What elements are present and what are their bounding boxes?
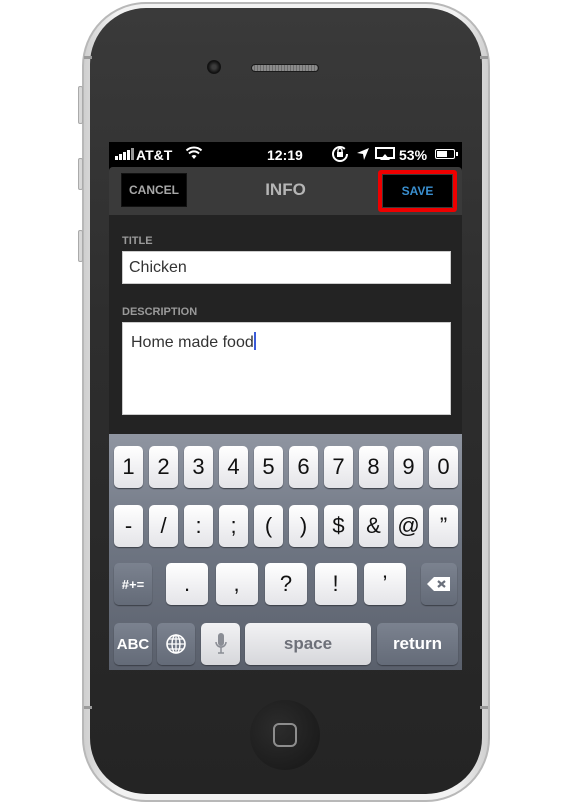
- key[interactable]: ’: [364, 563, 406, 605]
- status-time: 12:19: [267, 147, 303, 163]
- globe-key[interactable]: [157, 623, 195, 665]
- delete-key[interactable]: [421, 563, 457, 605]
- globe-icon: [166, 634, 186, 654]
- key[interactable]: 7: [324, 446, 353, 488]
- antenna-band: [480, 706, 488, 709]
- battery-fill: [437, 151, 447, 157]
- volume-up-button: [78, 158, 83, 190]
- key[interactable]: &: [359, 505, 388, 547]
- battery-percent: 53%: [399, 147, 428, 163]
- info-form-view: CANCEL INFO SAVE TITLE DESCRIPTION Home …: [109, 167, 462, 434]
- dictation-key[interactable]: [201, 623, 240, 665]
- navigation-bar: CANCEL INFO SAVE: [109, 167, 462, 215]
- key[interactable]: ”: [429, 505, 458, 547]
- battery-icon: [435, 149, 458, 159]
- key[interactable]: 1: [114, 446, 143, 488]
- key[interactable]: $: [324, 505, 353, 547]
- key[interactable]: (: [254, 505, 283, 547]
- key[interactable]: /: [149, 505, 178, 547]
- key[interactable]: 3: [184, 446, 213, 488]
- key[interactable]: 8: [359, 446, 388, 488]
- title-input[interactable]: [122, 251, 451, 284]
- home-button[interactable]: [250, 700, 320, 770]
- description-textarea[interactable]: Home made food: [122, 322, 451, 415]
- space-key[interactable]: space: [245, 623, 371, 665]
- airplay-icon: [375, 147, 395, 164]
- abc-key[interactable]: ABC: [114, 623, 152, 665]
- key[interactable]: 2: [149, 446, 178, 488]
- key[interactable]: 6: [289, 446, 318, 488]
- key[interactable]: ;: [219, 505, 248, 547]
- carrier-name: AT&T: [136, 147, 173, 163]
- description-text: Home made food: [131, 334, 254, 351]
- volume-down-button: [78, 230, 83, 262]
- key[interactable]: 5: [254, 446, 283, 488]
- mute-switch: [78, 86, 83, 124]
- text-cursor: [253, 332, 256, 350]
- key[interactable]: 4: [219, 446, 248, 488]
- description-label: DESCRIPTION: [122, 306, 198, 318]
- antenna-band: [84, 56, 92, 59]
- front-camera: [207, 60, 221, 74]
- screen: AT&T 12:19 53% CANCEL INFO SAVE TITLE DE…: [109, 142, 462, 670]
- home-square-icon: [273, 723, 297, 747]
- title-label: TITLE: [122, 235, 153, 247]
- key[interactable]: ,: [215, 563, 258, 605]
- key[interactable]: 0: [429, 446, 458, 488]
- key[interactable]: ): [289, 505, 318, 547]
- keyboard: 1234567890 - /:;() $ & @” #+= .,?!’ ABC spac…: [109, 434, 462, 670]
- antenna-band: [480, 56, 488, 59]
- key[interactable]: !: [314, 563, 357, 605]
- antenna-band: [84, 706, 92, 709]
- return-key[interactable]: return: [377, 623, 458, 665]
- key[interactable]: :: [184, 505, 213, 547]
- key[interactable]: 9: [394, 446, 423, 488]
- rotation-lock-icon: [331, 145, 349, 166]
- key-more-symbols[interactable]: #+=: [114, 563, 152, 605]
- key[interactable]: @: [394, 505, 423, 547]
- location-icon: [356, 147, 370, 164]
- microphone-icon: [214, 633, 227, 654]
- earpiece-speaker: [251, 64, 319, 72]
- save-button[interactable]: SAVE: [383, 175, 452, 207]
- status-bar: AT&T 12:19 53%: [109, 142, 462, 167]
- wifi-icon: [185, 146, 203, 163]
- signal-icon: [115, 148, 134, 160]
- key[interactable]: ?: [265, 563, 307, 605]
- backspace-icon: [427, 577, 450, 591]
- key[interactable]: -: [114, 505, 143, 547]
- key[interactable]: .: [166, 563, 208, 605]
